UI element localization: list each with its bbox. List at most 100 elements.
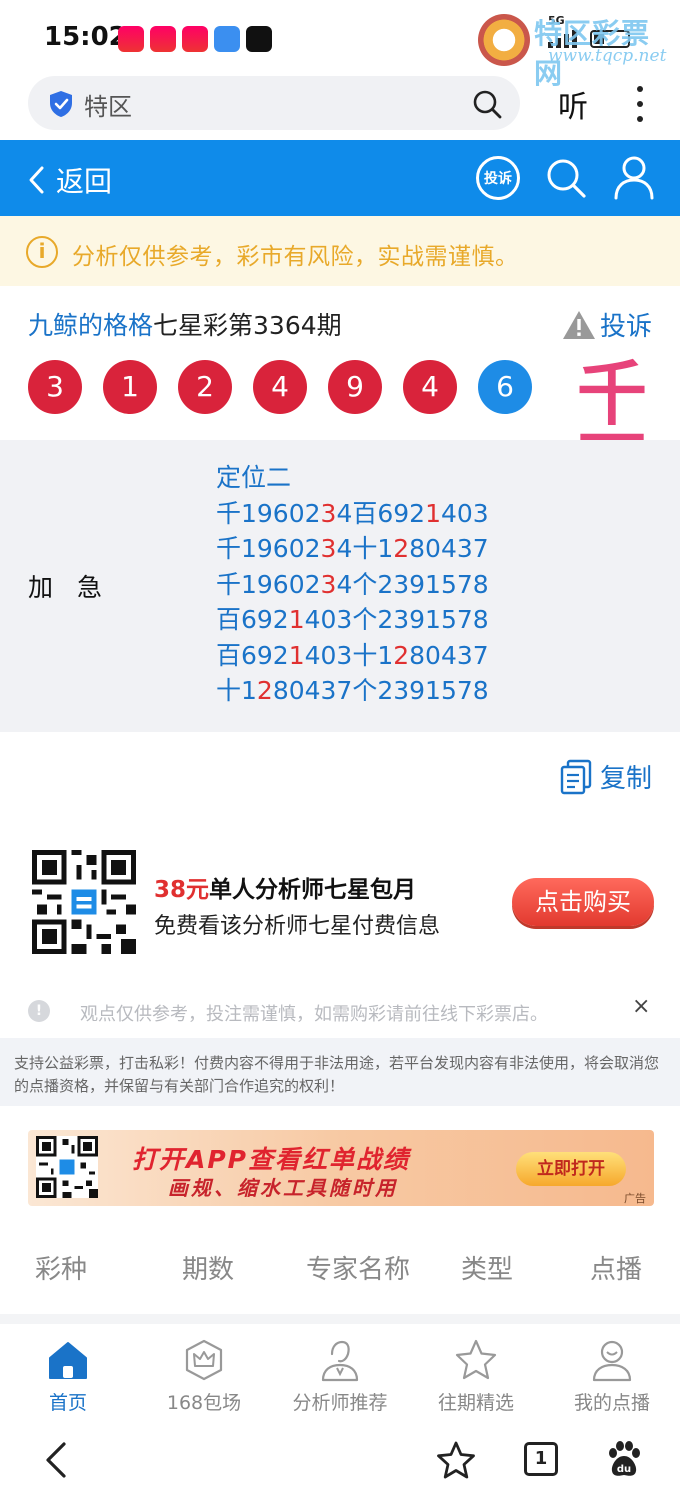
close-icon[interactable]: × xyxy=(632,994,650,1019)
promo-subtitle: 免费看该分析师七星付费信息 xyxy=(154,914,441,939)
nav-item-past[interactable]: 往期精选 xyxy=(408,1328,544,1420)
prediction-segment: 4百692 xyxy=(336,498,426,528)
nav-item-analyst[interactable]: 分析师推荐 xyxy=(272,1328,408,1420)
nav-item-home[interactable]: 首页 xyxy=(0,1328,136,1420)
user-icon xyxy=(592,1340,632,1382)
qr-code-icon xyxy=(32,850,136,954)
prediction-heading: 定位二 xyxy=(216,463,292,492)
prediction-line: 百6921403个2391578 xyxy=(216,602,489,638)
author-name[interactable]: 九鲸的格格 xyxy=(28,311,153,340)
svg-text:du: du xyxy=(617,1464,631,1475)
lottery-ball-special: 6 xyxy=(478,360,532,414)
search-bar[interactable]: 特区 xyxy=(28,76,520,130)
star-icon xyxy=(455,1339,497,1380)
lottery-ball: 1 xyxy=(103,360,157,414)
nav-label: 往期精选 xyxy=(437,1392,514,1414)
buy-button[interactable]: 点击购买 xyxy=(512,878,654,926)
back-arrow-icon[interactable] xyxy=(42,1440,70,1480)
banner-title: 打开APP查看红单战绩 xyxy=(132,1145,410,1174)
prediction-segment: 十1 xyxy=(216,676,257,705)
tabs-button[interactable]: 1 xyxy=(524,1442,558,1476)
qr-code-icon xyxy=(36,1136,98,1198)
search-text: 特区 xyxy=(84,93,132,121)
lottery-ball: 9 xyxy=(328,360,382,414)
search-icon[interactable] xyxy=(472,89,502,119)
copy-icon xyxy=(560,759,592,794)
copy-label: 复制 xyxy=(600,764,653,794)
app-header: 返回 投诉 xyxy=(0,140,680,216)
lottery-ball: 3 xyxy=(28,360,82,414)
watermark: 特区彩票网 www.tqcp.net xyxy=(478,10,678,90)
report-button[interactable]: 投诉 xyxy=(562,306,652,343)
column-header: 彩种 xyxy=(34,1255,87,1285)
open-app-button[interactable]: 立即打开 xyxy=(516,1152,626,1186)
lottery-ball: 2 xyxy=(178,360,232,414)
prediction-segment: 4个2391578 xyxy=(336,569,489,599)
lottery-balls: 3 1 2 4 9 4 6 xyxy=(28,360,532,414)
info-icon: ! xyxy=(28,1000,50,1022)
nav-label: 首页 xyxy=(48,1392,87,1414)
highlight-digit: 2 xyxy=(256,676,273,705)
table-header: 彩种 期数 专家名称 类型 点播 xyxy=(0,1238,680,1302)
divider xyxy=(0,1314,680,1324)
shield-icon xyxy=(50,91,72,117)
nav-item-mine[interactable]: 我的点播 xyxy=(544,1328,680,1420)
user-icon[interactable] xyxy=(612,154,656,200)
promo-title: 38元单人分析师七星包月 xyxy=(154,870,416,904)
highlight-digit: 1 xyxy=(425,498,441,528)
prediction-line: 千1960234百6921403 xyxy=(216,496,489,532)
info-icon: i xyxy=(26,236,58,268)
prediction-segment: 千19602 xyxy=(216,534,321,563)
position-char: 千 xyxy=(577,353,647,435)
issue-title: 七星彩第3364期 xyxy=(153,311,342,340)
column-header: 类型 xyxy=(460,1255,513,1285)
highlight-digit: 1 xyxy=(288,640,305,670)
bookmark-star-icon[interactable] xyxy=(436,1440,476,1480)
back-button[interactable]: 返回 xyxy=(26,160,112,200)
highlight-digit: 1 xyxy=(288,605,305,634)
highlight-digit: 3 xyxy=(320,498,337,528)
prediction-segment: 403 xyxy=(440,498,489,528)
prediction-segment: 80437 xyxy=(409,534,489,563)
watermark-logo-icon xyxy=(478,14,530,66)
risk-warning: i 分析仅供参考，彩市有风险，实战需谨慎。 xyxy=(0,216,680,286)
highlight-digit: 2 xyxy=(393,640,410,670)
risk-warning-text: 分析仅供参考，彩市有风险，实战需谨慎。 xyxy=(72,244,519,270)
highlight-digit: 3 xyxy=(320,569,337,599)
paw-icon[interactable]: du xyxy=(604,1440,644,1480)
promo-title-text: 单人分析师七星包月 xyxy=(209,877,417,903)
listen-button[interactable]: 听 xyxy=(558,82,588,126)
prediction-segment: 403个2391578 xyxy=(304,605,489,634)
nav-item-168[interactable]: 168包场 xyxy=(136,1328,272,1420)
complain-button[interactable]: 投诉 xyxy=(476,156,520,200)
notification-icons xyxy=(118,26,272,52)
prediction-segment: 百692 xyxy=(216,640,289,670)
highlight-digit: 2 xyxy=(393,534,410,563)
notice-text: 观点仅供参考，投注需谨慎，如需购彩请前往线下彩票店。 xyxy=(80,1004,548,1025)
disclaimer-text: 支持公益彩票，打击私彩！付费内容不得用于非法用途，若平台发现内容有非法使用，将会… xyxy=(0,1038,680,1106)
prediction-line: 千1960234十1280437 xyxy=(216,531,489,567)
prediction-line: 十1280437个2391578 xyxy=(216,673,489,709)
prediction-line: 千1960234个2391578 xyxy=(216,567,489,603)
crown-icon xyxy=(185,1339,223,1381)
status-bar: 15:02 5G 特区彩票网 www.tqcp.net xyxy=(0,0,680,90)
more-menu-icon[interactable] xyxy=(630,86,650,122)
chevron-left-icon xyxy=(29,166,44,194)
prediction-segment: 百692 xyxy=(216,605,289,634)
search-icon[interactable] xyxy=(544,156,588,200)
watermark-url: www.tqcp.net xyxy=(548,46,667,66)
prediction-segment: 80437 xyxy=(409,640,489,670)
app-notification-icon xyxy=(214,26,240,52)
copy-button[interactable]: 复制 xyxy=(560,758,652,795)
promo-price: 38元 xyxy=(154,877,210,903)
nav-label: 168包场 xyxy=(166,1392,242,1414)
notice-bar: ! 观点仅供参考，投注需谨慎，如需购彩请前往线下彩票店。 × xyxy=(0,992,680,1032)
prediction-line: 百6921403十1280437 xyxy=(216,638,489,674)
back-label: 返回 xyxy=(56,165,113,198)
app-notification-icon xyxy=(182,26,208,52)
status-time: 15:02 xyxy=(44,22,127,52)
nav-label: 分析师推荐 xyxy=(292,1392,388,1414)
app-banner-ad[interactable]: 打开APP查看红单战绩 画规、缩水工具随时用 立即打开 广告 xyxy=(28,1130,654,1206)
prediction-segment: 403十1 xyxy=(304,640,394,670)
nav-label: 我的点播 xyxy=(573,1392,650,1414)
